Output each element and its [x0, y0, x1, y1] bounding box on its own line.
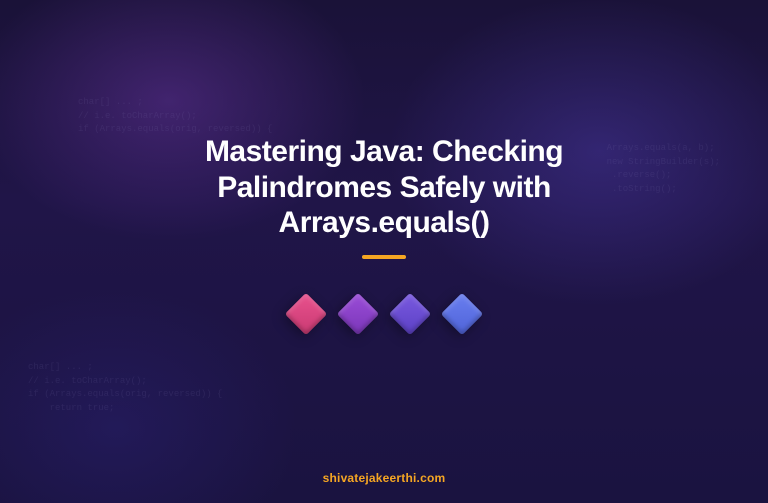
diamond-icon [441, 292, 483, 334]
diamond-row [291, 299, 477, 329]
title-underline [362, 255, 406, 259]
diamond-icon [285, 292, 327, 334]
diamond-icon [337, 292, 379, 334]
page-title: Mastering Java: Checking Palindromes Saf… [124, 134, 644, 240]
footer-domain: shivatejakeerthi.com [0, 471, 768, 485]
content-area: Mastering Java: Checking Palindromes Saf… [0, 0, 768, 503]
diamond-icon [389, 292, 431, 334]
